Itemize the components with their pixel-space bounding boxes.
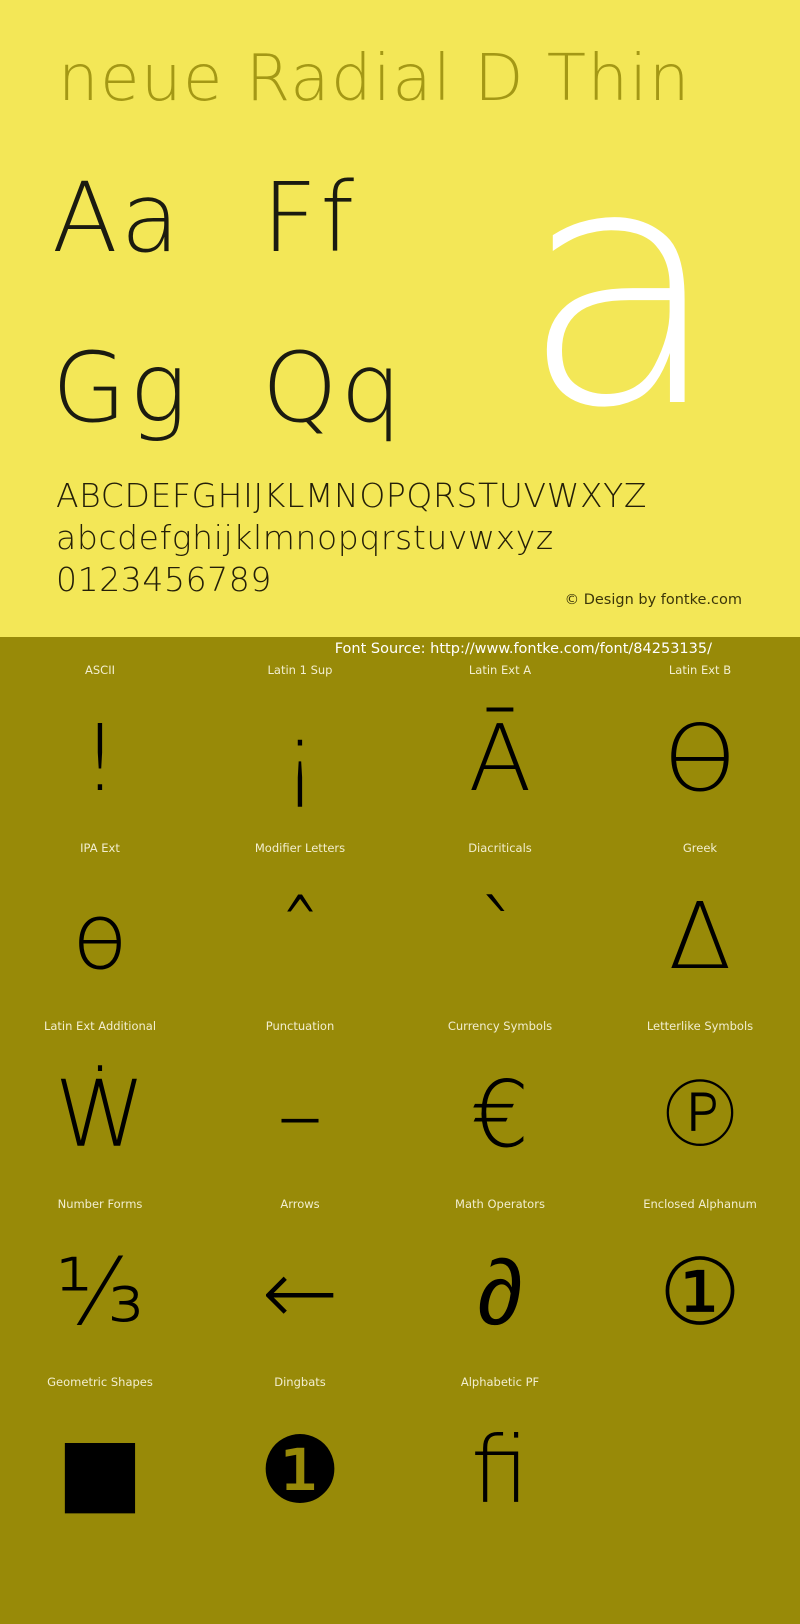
unicode-block-glyph: ! xyxy=(81,705,119,812)
numerals: 0123456789 xyxy=(56,560,272,599)
unicode-block-label: Diacriticals xyxy=(468,841,532,855)
unicode-block-cell: Arrows ← xyxy=(200,1193,400,1371)
unicode-block-cell: Latin Ext Additional Ẇ xyxy=(0,1015,200,1193)
unicode-block-label: Geometric Shapes xyxy=(47,1375,153,1389)
unicode-block-glyph: ﬁ xyxy=(471,1417,529,1524)
unicode-block-cell: Number Forms ⅓ xyxy=(0,1193,200,1371)
unicode-block-glyph: ˆ xyxy=(277,883,323,990)
unicode-block-cell: Diacriticals ˋ xyxy=(400,837,600,1015)
unicode-block-glyph: ˋ xyxy=(477,883,523,990)
unicode-block-glyph: Ā xyxy=(468,705,532,812)
unicode-block-label: Arrows xyxy=(280,1197,320,1211)
unicode-block-label: Math Operators xyxy=(455,1197,545,1211)
unicode-block-glyph: ℗ xyxy=(654,1061,746,1168)
unicode-block-cell-empty xyxy=(600,1371,800,1549)
alphabet-sample-block: ABCDEFGHIJKLMNOPQRSTUVWXYZ abcdefghijklm… xyxy=(56,474,647,601)
unicode-block-label: Dingbats xyxy=(274,1375,326,1389)
unicode-block-cell: Enclosed Alphanum ① xyxy=(600,1193,800,1371)
unicode-block-label: ASCII xyxy=(85,663,115,677)
letter-pair-aa: Aa xyxy=(52,162,183,274)
letter-pair-row: Aa Ff xyxy=(52,168,472,278)
specimen-top-panel: neue Radial D Thin a Aa Ff Gg Qq ABCDEFG… xyxy=(0,0,800,637)
unicode-block-cell: Latin Ext A Ā xyxy=(400,659,600,837)
unicode-block-label: Modifier Letters xyxy=(254,841,346,855)
unicode-block-glyph: Ɵ xyxy=(663,705,737,812)
unicode-block-label: Latin Ext A xyxy=(468,663,532,677)
unicode-block-label: Letterlike Symbols xyxy=(646,1019,754,1033)
uppercase-alphabet: ABCDEFGHIJKLMNOPQRSTUVWXYZ xyxy=(56,476,648,515)
unicode-block-cell: Dingbats ❶ xyxy=(200,1371,400,1549)
letter-pair-gg: Gg xyxy=(52,332,190,444)
unicode-block-cell: Math Operators ∂ xyxy=(400,1193,600,1371)
unicode-block-cell: Latin Ext B Ɵ xyxy=(600,659,800,837)
unicode-block-cell: Currency Symbols € xyxy=(400,1015,600,1193)
letter-pair-ff: Ff xyxy=(262,162,358,274)
unicode-block-glyph: ← xyxy=(261,1239,339,1346)
letter-pair-grid: Aa Ff Gg Qq xyxy=(52,168,472,448)
unicode-block-label: Alphabetic PF xyxy=(460,1375,540,1389)
unicode-block-glyph: € xyxy=(470,1061,530,1168)
unicode-block-glyph: ∂ xyxy=(477,1239,523,1346)
unicode-block-cell: Greek Δ xyxy=(600,837,800,1015)
letter-pair-qq: Qq xyxy=(262,332,405,444)
unicode-block-cell: ASCII ! xyxy=(0,659,200,837)
unicode-block-cell: Letterlike Symbols ℗ xyxy=(600,1015,800,1193)
unicode-block-glyph: ɵ xyxy=(71,883,129,990)
unicode-block-label: Enclosed Alphanum xyxy=(643,1197,757,1211)
font-source-link[interactable]: Font Source: http://www.fontke.com/font/… xyxy=(335,641,712,657)
unicode-block-label: Latin Ext B xyxy=(668,663,732,677)
large-display-letter: a xyxy=(519,96,722,480)
unicode-block-cell: IPA Ext ɵ xyxy=(0,837,200,1015)
font-specimen-page: neue Radial D Thin a Aa Ff Gg Qq ABCDEFG… xyxy=(0,0,800,1624)
unicode-block-glyph: – xyxy=(277,1061,323,1168)
unicode-block-label: IPA Ext xyxy=(80,841,120,855)
unicode-block-glyph: ⅓ xyxy=(55,1239,145,1346)
unicode-block-label: Latin 1 Sup xyxy=(267,663,333,677)
unicode-block-label: Currency Symbols xyxy=(447,1019,553,1033)
unicode-block-cell: Geometric Shapes ■ xyxy=(0,1371,200,1549)
unicode-block-cell: Modifier Letters ˆ xyxy=(200,837,400,1015)
unicode-block-label: Greek xyxy=(682,841,718,855)
unicode-block-grid: ASCII ! Latin 1 Sup ¡ Latin Ext A Ā Lati… xyxy=(0,659,800,1549)
unicode-block-cell: Alphabetic PF ﬁ xyxy=(400,1371,600,1549)
unicode-block-label: Number Forms xyxy=(57,1197,143,1211)
unicode-block-glyph: ① xyxy=(658,1239,742,1346)
unicode-block-label: Punctuation xyxy=(265,1019,335,1033)
unicode-block-cell: Latin 1 Sup ¡ xyxy=(200,659,400,837)
unicode-block-glyph: ■ xyxy=(56,1417,144,1524)
unicode-block-glyph: ¡ xyxy=(281,705,319,812)
unicode-blocks-panel: Font Source: http://www.fontke.com/font/… xyxy=(0,637,800,1624)
letter-pair-row: Gg Qq xyxy=(52,338,472,448)
unicode-block-cell: Punctuation – xyxy=(200,1015,400,1193)
unicode-block-glyph: Δ xyxy=(668,883,732,990)
unicode-block-glyph: ❶ xyxy=(258,1417,342,1524)
copyright-notice: © Design by fontke.com xyxy=(564,592,742,608)
unicode-block-label: Latin Ext Additional xyxy=(43,1019,157,1033)
unicode-block-glyph: Ẇ xyxy=(54,1061,146,1168)
lowercase-alphabet: abcdefghijklmnopqrstuvwxyz xyxy=(56,518,554,557)
